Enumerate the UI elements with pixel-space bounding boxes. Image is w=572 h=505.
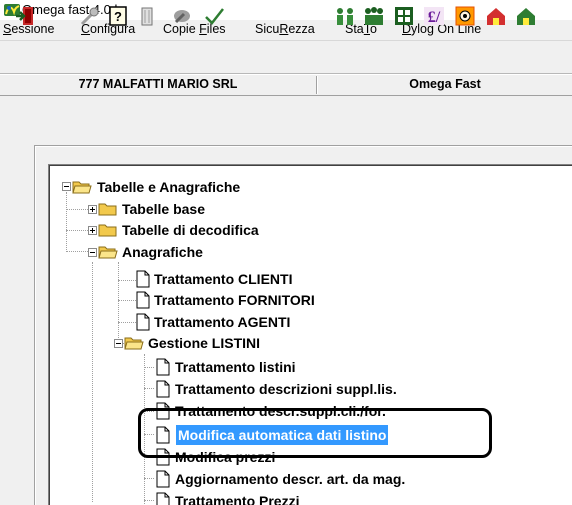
tree-node-gestione-listini[interactable]: Gestione LISTINI	[124, 333, 324, 353]
document-icon	[136, 313, 150, 331]
tree-node-tabelle-anagrafiche[interactable]: Tabelle e Anagrafiche	[72, 177, 332, 197]
app-window: Omega fast 4.0.b Sessione Configura Copi…	[0, 0, 572, 505]
document-icon	[156, 492, 170, 505]
folder-icon	[98, 224, 117, 237]
collapse-anagrafiche-toggle[interactable]	[88, 248, 97, 257]
tree-node-anagrafiche[interactable]: Anagrafiche	[98, 242, 298, 262]
expand-tabelle-decodifica-toggle[interactable]	[88, 226, 97, 235]
company-name: 777 MALFATTI MARIO SRL	[78, 77, 238, 91]
help-icon[interactable]: ?	[106, 4, 130, 28]
tree-node-aggiornamento[interactable]: Aggiornamento descr. art. da mag.	[156, 469, 476, 489]
product-name: Omega Fast	[409, 77, 481, 91]
toolbar	[0, 41, 572, 74]
tree-node-trattamento-listini[interactable]: Trattamento listini	[156, 357, 376, 377]
house-red-icon[interactable]	[484, 4, 508, 28]
folder-open-icon	[72, 181, 92, 194]
svg-text:£/: £/	[428, 9, 441, 26]
currency-icon[interactable]: £/	[422, 4, 446, 28]
users-icon[interactable]	[333, 4, 357, 28]
tree-node-tabelle-base[interactable]: Tabelle base	[98, 199, 298, 219]
collapse-gestione-listini-toggle[interactable]	[114, 339, 123, 348]
annotation-highlight-box	[138, 408, 492, 458]
document-icon	[136, 270, 150, 288]
tree-node-trattamento-agenti[interactable]: Trattamento AGENTI	[136, 312, 336, 332]
tool-icon[interactable]	[78, 4, 102, 28]
checkmark-icon[interactable]	[202, 4, 226, 28]
hammer-icon[interactable]	[170, 4, 194, 28]
tree-node-trattamento-fornitori[interactable]: Trattamento FORNITORI	[136, 290, 356, 310]
document-icon	[156, 470, 170, 488]
calculator-icon[interactable]	[392, 4, 416, 28]
trash-icon[interactable]	[136, 4, 160, 28]
folder-open-icon	[124, 337, 144, 350]
house-green-icon[interactable]	[514, 4, 538, 28]
exit-door-icon[interactable]	[14, 4, 38, 28]
document-icon	[156, 380, 170, 398]
user-group-icon[interactable]	[362, 4, 386, 28]
tree-node-trattamento-prezzi[interactable]: Trattamento Prezzi	[156, 491, 376, 505]
tree-node-descrizioni-suppl[interactable]: Trattamento descrizioni suppl.lis.	[156, 379, 476, 399]
money-icon[interactable]	[453, 4, 477, 28]
folder-open-icon	[98, 246, 118, 259]
expand-tabelle-base-toggle[interactable]	[88, 205, 97, 214]
tree-node-trattamento-clienti[interactable]: Trattamento CLIENTI	[136, 269, 336, 289]
menu-sicurezza[interactable]: SicuRezza	[255, 22, 315, 36]
document-icon	[136, 291, 150, 309]
svg-text:?: ?	[114, 9, 122, 24]
document-icon	[156, 358, 170, 376]
tree-node-tabelle-decodifica[interactable]: Tabelle di decodifica	[98, 220, 318, 240]
folder-icon	[98, 203, 117, 216]
collapse-root-toggle[interactable]	[62, 182, 71, 191]
